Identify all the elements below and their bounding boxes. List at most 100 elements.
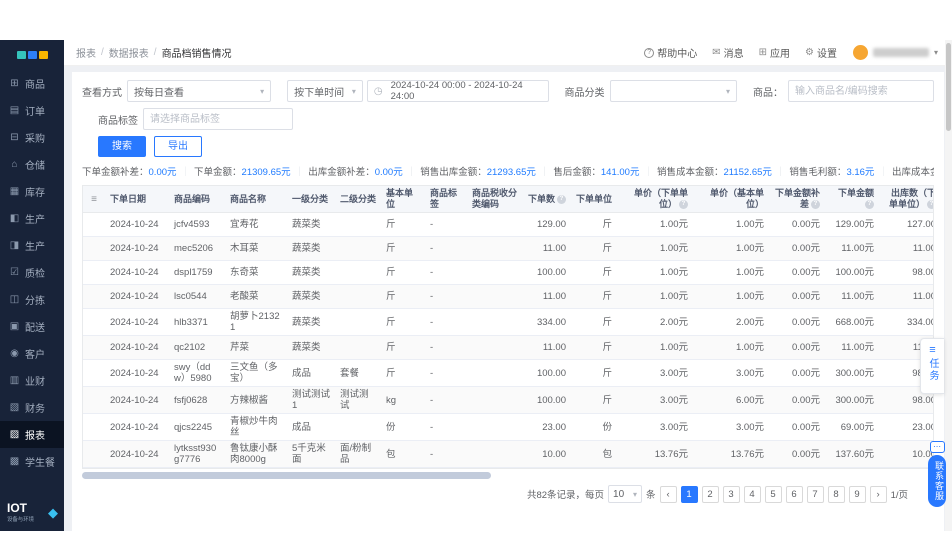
- cell-price-order-unit: 2.00元: [617, 308, 693, 336]
- cell-order-date: 2024-10-24: [105, 212, 169, 237]
- sidebar-item-sorting[interactable]: ◫ 分拣: [0, 286, 64, 313]
- cell-row-icon: [83, 386, 105, 414]
- page-button-3[interactable]: 3: [722, 485, 740, 503]
- cell-order-unit: 斤: [571, 236, 617, 261]
- page-button-9[interactable]: 9: [848, 485, 866, 503]
- summary-label: 销售毛利额：: [789, 167, 847, 178]
- search-button[interactable]: 搜索: [98, 136, 146, 157]
- column-header-category-2: 二级分类: [335, 186, 381, 213]
- category-select[interactable]: ▾: [609, 80, 737, 102]
- cell-product-code: qjcs2245: [169, 413, 225, 441]
- view-mode-select[interactable]: 按每日查看 ▾: [127, 80, 272, 102]
- date-range-picker[interactable]: ◷ 2024-10-24 00:00 - 2024-10-24 24:00: [366, 80, 549, 102]
- logo-tile: [38, 51, 48, 59]
- cell-category-2: 测试测试: [335, 386, 381, 414]
- breadcrumb-data-reports[interactable]: 数据报表: [109, 45, 149, 60]
- topbar: 报表 / 数据报表 / 商品档销售情况 ? 帮助中心 ✉ 消息 ⊞ 应用 ⚙ 设置 ▾: [64, 40, 952, 66]
- sidebar-item-goods[interactable]: ⊞ 商品: [0, 70, 64, 97]
- page-button-5[interactable]: 5: [764, 485, 782, 503]
- product-search-input[interactable]: [788, 80, 934, 102]
- user-menu[interactable]: ▾: [852, 45, 938, 60]
- cell-product-tags: -: [425, 212, 467, 237]
- breadcrumb-reports[interactable]: 报表: [76, 45, 96, 60]
- contact-support-button[interactable]: ⋯ 联系客服: [926, 441, 948, 512]
- column-label: 商品编码: [174, 193, 211, 204]
- cell-base-unit: 斤: [381, 335, 425, 360]
- sidebar-item-customers[interactable]: ◉ 客户: [0, 340, 64, 367]
- cell-outbound-qty: 334.00: [879, 308, 933, 336]
- page-size-select[interactable]: 10 ▾: [608, 485, 643, 503]
- time-field-select[interactable]: 按下单时间 ▾: [287, 80, 363, 102]
- report-card: 查看方式 按每日查看 ▾ 按下单时间 ▾ ◷ 2024-10-24 00:00 …: [72, 72, 944, 531]
- cell-product-tags: -: [425, 260, 467, 285]
- page-button-4[interactable]: 4: [743, 485, 761, 503]
- cell-product-tags: -: [425, 413, 467, 441]
- sidebar-item-label: 财务: [25, 404, 45, 415]
- cell-order-amount: 11.00元: [825, 236, 879, 261]
- page-scrollbar-thumb[interactable]: [946, 43, 951, 131]
- cell-category-2: [335, 308, 381, 336]
- prev-page-button[interactable]: ‹: [659, 485, 677, 503]
- cell-tax-code: [467, 212, 523, 237]
- topbar-action-help-center[interactable]: ? 帮助中心: [644, 45, 697, 60]
- cell-category-1: 蔬菜类: [287, 335, 335, 360]
- page-button-8[interactable]: 8: [827, 485, 845, 503]
- column-header-product-code: 商品编码: [169, 186, 225, 213]
- view-mode-label: 查看方式: [82, 87, 122, 99]
- sidebar-item-label: 生产: [25, 242, 45, 253]
- sidebar-item-production-2[interactable]: ◨ 生产: [0, 232, 64, 259]
- cell-product-tags: -: [425, 284, 467, 309]
- per-page-suffix: 条: [646, 490, 656, 501]
- tag-select-input[interactable]: [143, 108, 293, 130]
- page-button-2[interactable]: 2: [701, 485, 719, 503]
- export-button[interactable]: 导出: [154, 136, 202, 157]
- task-panel-button[interactable]: ≡ 任务: [920, 338, 944, 394]
- page-button-7[interactable]: 7: [806, 485, 824, 503]
- sidebar-item-student-meals[interactable]: ▩ 学生餐: [0, 448, 64, 475]
- sidebar: ⊞ 商品 ▤ 订单 ⊟ 采购 ⌂ 仓储 ▦ 库存 ◧ 生产 ◨ 生产 ☑ 质检 ◫ 分拣 ▣ 配送 ◉ 客户 ▥ 业财 ▧ 财务 ▨…: [0, 40, 64, 531]
- summary-strip: 下单金额补差：0.00元｜下单金额：21309.65元｜出库金额补差：0.00元…: [82, 164, 934, 178]
- sidebar-item-inventory[interactable]: ▦ 库存: [0, 178, 64, 205]
- sidebar-item-purchase[interactable]: ⊟ 采购: [0, 124, 64, 151]
- cell-order-amount: 11.00元: [825, 335, 879, 360]
- summary-value: 21152.65元: [723, 167, 772, 178]
- cell-order-amount-diff: 0.00元: [769, 284, 825, 309]
- filter-row-1: 查看方式 按每日查看 ▾ 按下单时间 ▾ ◷ 2024-10-24 00:00 …: [82, 80, 934, 102]
- cell-price-order-unit: 3.00元: [617, 413, 693, 441]
- cell-price-order-unit: 1.00元: [617, 212, 693, 237]
- topbar-action-messages[interactable]: ✉ 消息: [712, 45, 743, 60]
- summary-label: 出库成本金额：: [891, 167, 934, 178]
- column-header-row-icon: ≡: [83, 186, 105, 213]
- column-settings-icon[interactable]: ≡: [91, 194, 97, 205]
- horizontal-scrollbar[interactable]: [82, 472, 934, 479]
- horizontal-scrollbar-thumb[interactable]: [82, 472, 491, 479]
- cell-order-unit: 斤: [571, 359, 617, 387]
- sidebar-item-finance[interactable]: ▧ 财务: [0, 394, 64, 421]
- sidebar-item-warehouse[interactable]: ⌂ 仓储: [0, 151, 64, 178]
- topbar-action-apps[interactable]: ⊞ 应用: [759, 45, 790, 60]
- topbar-action-settings[interactable]: ⚙ 设置: [805, 45, 837, 60]
- sidebar-item-reports[interactable]: ▨ 报表: [0, 421, 64, 448]
- cell-order-amount-diff: 0.00元: [769, 386, 825, 414]
- next-page-button[interactable]: ›: [869, 485, 887, 503]
- sidebar-item-biz-finance[interactable]: ▥ 业财: [0, 367, 64, 394]
- page-button-6[interactable]: 6: [785, 485, 803, 503]
- sidebar-item-production[interactable]: ◧ 生产: [0, 205, 64, 232]
- cell-order-amount: 137.60元: [825, 440, 879, 468]
- view-mode-value: 按每日查看: [134, 87, 184, 99]
- cell-order-amount-diff: 0.00元: [769, 308, 825, 336]
- sidebar-item-quality[interactable]: ☑ 质检: [0, 259, 64, 286]
- table-row: 2024-10-24 qc2102 芹菜 蔬菜类斤 -11.00 斤 1.00元 1.00元 0…: [83, 335, 933, 360]
- sidebar-item-delivery[interactable]: ▣ 配送: [0, 313, 64, 340]
- cell-order-qty: 11.00: [523, 236, 571, 261]
- cell-product-code: lsc0544: [169, 284, 225, 309]
- cell-category-1: 成品: [287, 413, 335, 441]
- cell-order-qty: 100.00: [523, 359, 571, 387]
- page-button-1[interactable]: 1: [680, 485, 698, 503]
- time-field-value: 按下单时间: [294, 87, 345, 99]
- column-header-order-date: 下单日期: [105, 186, 169, 213]
- sidebar-item-orders[interactable]: ▤ 订单: [0, 97, 64, 124]
- column-header-base-unit: 基本单位: [381, 186, 425, 213]
- cell-product-name: 方辣椒酱: [225, 386, 287, 414]
- cell-order-date: 2024-10-24: [105, 413, 169, 441]
